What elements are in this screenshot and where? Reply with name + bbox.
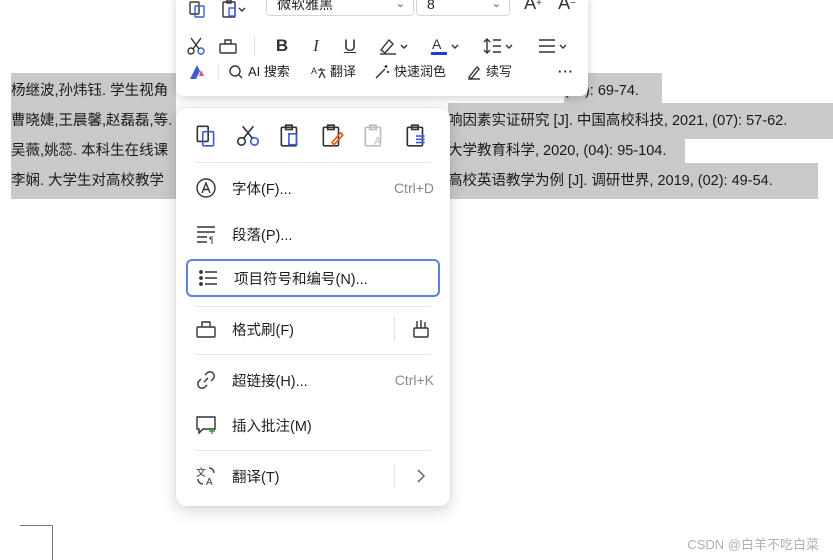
svg-text:A: A: [311, 66, 317, 76]
menu-divider: [394, 464, 395, 488]
menu-separator: [196, 450, 430, 451]
chevron-down-icon: ⌄: [491, 0, 501, 10]
brush-icon[interactable]: [410, 318, 432, 340]
italic-icon[interactable]: I: [304, 34, 328, 58]
chevron-down-icon: ⌄: [395, 0, 405, 10]
shortcut-label: Ctrl+D: [393, 180, 434, 196]
copy-icon[interactable]: [192, 120, 220, 152]
link-icon: [194, 368, 218, 392]
menu-item-font[interactable]: 字体(F)... Ctrl+D: [186, 169, 440, 207]
paste-dropdown-icon[interactable]: [218, 0, 248, 20]
font-size-value: 8: [427, 0, 435, 12]
magic-wand-icon: [375, 65, 389, 79]
menu-separator: [196, 354, 430, 355]
paste-special-icon[interactable]: [402, 120, 430, 152]
paste-keep-format-icon[interactable]: [276, 120, 304, 152]
pen-icon: [468, 65, 480, 80]
context-menu: A 字体(F)... Ctrl+D ¶ 段落(P)... 项目符号和编号(N).…: [176, 108, 450, 506]
menu-separator: [196, 306, 430, 307]
doc-text-right: 高校英语教学为例 [J]. 调研世界, 2019, (02): 49-54.: [448, 163, 818, 199]
menu-item-insert-comment[interactable]: 插入批注(M): [186, 406, 440, 444]
watermark: CSDN @白羊不吃白菜: [687, 537, 819, 552]
svg-text:A: A: [206, 477, 213, 487]
increase-font-icon[interactable]: A +: [522, 0, 544, 14]
format-painter-icon[interactable]: [216, 34, 240, 58]
align-icon[interactable]: [534, 34, 572, 58]
chevron-right-icon[interactable]: [410, 465, 432, 487]
highlight-icon[interactable]: [374, 34, 412, 58]
paragraph-icon: ¶: [194, 222, 218, 246]
search-icon: [229, 65, 243, 79]
menu-item-paragraph[interactable]: ¶ 段落(P)...: [186, 215, 440, 253]
line-spacing-icon[interactable]: [480, 34, 518, 58]
ai-search-label: AI 搜索: [248, 64, 290, 79]
translate-label: 翻译: [330, 64, 357, 79]
menu-item-hyperlink[interactable]: 超链接(H)... Ctrl+K: [186, 361, 440, 399]
svg-text:A: A: [374, 136, 382, 148]
floating-format-toolbar: 微软雅黑 ⌄ 8 ⌄ A+ A− B I U A AI 搜索 A 翻译 快速: [176, 0, 588, 96]
page-corner-mark: [20, 525, 53, 560]
paste-text-only-icon: A: [360, 120, 388, 152]
more-button[interactable]: ···: [558, 62, 574, 82]
shortcut-label: Ctrl+K: [394, 372, 434, 388]
font-size-select[interactable]: 8 ⌄: [416, 0, 510, 16]
cut-icon[interactable]: [184, 34, 208, 58]
menu-item-label: 翻译(T): [232, 469, 280, 486]
menu-item-label: 字体(F)...: [232, 181, 292, 198]
font-name-select[interactable]: 微软雅黑 ⌄: [266, 0, 414, 16]
menu-item-label: 插入批注(M): [232, 418, 312, 435]
menu-item-label: 超链接(H)...: [232, 373, 308, 390]
menu-separator: [196, 162, 430, 163]
underline-icon[interactable]: U: [338, 34, 362, 58]
bullet-list-icon: [196, 266, 220, 290]
format-painter-icon: [194, 317, 218, 341]
svg-text:A: A: [432, 36, 442, 52]
menu-item-label: 项目符号和编号(N)...: [234, 271, 368, 288]
menu-divider: [394, 317, 395, 341]
font-icon: [194, 176, 218, 200]
quick-actions-row: A: [192, 120, 434, 154]
comment-icon: [194, 413, 218, 437]
menu-item-translate[interactable]: 文A 翻译(T): [186, 457, 440, 495]
menu-item-label: 格式刷(F): [232, 322, 295, 339]
decrease-font-icon[interactable]: A −: [556, 0, 578, 14]
doc-text-left: 李娴. 大学生对高校教学: [11, 163, 176, 199]
format-copy-icon[interactable]: [186, 0, 208, 20]
translate-button[interactable]: A 翻译: [310, 62, 356, 82]
menu-item-bullets-numbering[interactable]: 项目符号和编号(N)...: [186, 259, 440, 297]
paste-match-format-icon[interactable]: [318, 120, 346, 152]
font-name-value: 微软雅黑: [277, 0, 333, 12]
menu-item-format-painter[interactable]: 格式刷(F): [186, 310, 440, 348]
translate-icon: A: [311, 66, 326, 79]
quick-polish-label: 快速润色: [394, 64, 447, 79]
ai-brand-icon[interactable]: [186, 62, 208, 82]
svg-text:文: 文: [196, 466, 206, 479]
cut-icon[interactable]: [234, 120, 262, 152]
ai-search-button[interactable]: AI 搜索: [228, 62, 290, 82]
svg-text:¶: ¶: [209, 235, 214, 245]
bold-icon[interactable]: B: [270, 34, 294, 58]
continue-write-label: 续写: [486, 64, 513, 79]
font-color-icon[interactable]: A: [426, 34, 464, 58]
toolbar-divider: [254, 36, 255, 56]
translate-icon: 文A: [194, 464, 218, 488]
continue-write-button[interactable]: 续写: [466, 62, 512, 82]
quick-polish-button[interactable]: 快速润色: [374, 62, 446, 82]
toolbar-divider: [218, 64, 219, 80]
menu-item-label: 段落(P)...: [232, 227, 293, 244]
more-icon: ···: [558, 64, 574, 79]
